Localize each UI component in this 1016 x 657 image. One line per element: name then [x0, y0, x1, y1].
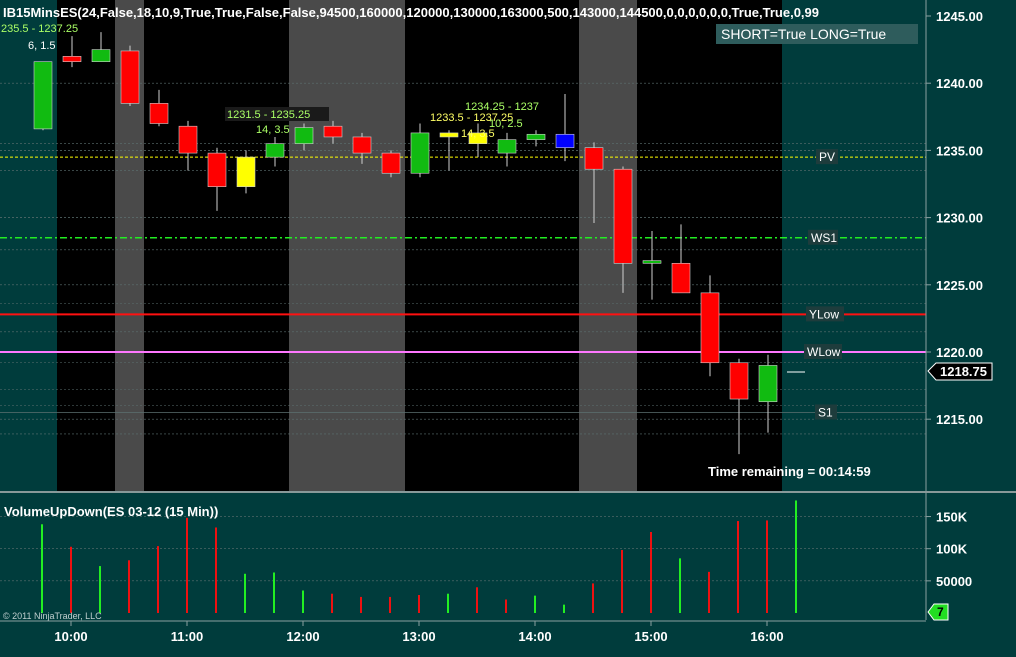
- candle-body: [294, 127, 314, 144]
- level-label: PV: [819, 150, 835, 164]
- candle-body: [758, 365, 778, 403]
- last-price-label: 1218.75: [940, 364, 987, 379]
- time-remaining: Time remaining = 00:14:59: [708, 464, 871, 479]
- session-background: [57, 0, 782, 491]
- time-tick-label: 12:00: [286, 629, 319, 644]
- candle-body: [700, 292, 720, 364]
- chart-window: PV WS1 YLow WLow S1 1245.00 1240.00 1235.00 123…: [0, 0, 1016, 657]
- time-tick-label: 10:00: [54, 629, 87, 644]
- indicator-title: IB15MinsES(24,False,18,10,9,True,True,Fa…: [3, 5, 819, 20]
- candle-body: [120, 50, 140, 104]
- price-tick-label: 1245.00: [936, 9, 983, 24]
- copyright-text: © 2011 NinjaTrader, LLC: [3, 611, 102, 621]
- candle-body: [671, 262, 691, 294]
- candle-body: [555, 133, 575, 149]
- time-tick-label: 13:00: [402, 629, 435, 644]
- volume-axis: 150K 100K 50000: [926, 510, 972, 589]
- ib-range-label: 235.5 - 1237.25: [1, 23, 78, 35]
- candle-body: [410, 132, 430, 174]
- volume-tick-label: 50000: [936, 574, 972, 589]
- candle-body: [729, 362, 749, 400]
- price-tick-label: 1230.00: [936, 211, 983, 226]
- ib-range-label: 1234.25 - 1237: [465, 101, 539, 113]
- candle-body: [381, 152, 401, 174]
- level-label: YLow: [809, 307, 839, 321]
- candle-body: [91, 49, 111, 62]
- panel-splitter[interactable]: [0, 491, 1016, 493]
- price-and-volume-chart[interactable]: PV WS1 YLow WLow S1 1245.00 1240.00 1235.00 123…: [0, 0, 1016, 657]
- status-text: SHORT=True LONG=True: [721, 26, 886, 42]
- candle-body: [642, 260, 662, 264]
- volume-tick-label: 150K: [936, 510, 968, 525]
- candle-body: [236, 156, 256, 187]
- candle-body: [207, 152, 227, 187]
- price-tick-label: 1225.00: [936, 278, 983, 293]
- candle-body: [149, 103, 169, 124]
- price-tick-label: 1240.00: [936, 76, 983, 91]
- ib-size-label: 6, 1.5: [28, 40, 56, 52]
- candle-body: [613, 168, 633, 264]
- price-tick-label: 1215.00: [936, 412, 983, 427]
- time-tick-label: 16:00: [750, 629, 783, 644]
- candle-body: [439, 132, 459, 138]
- volume-title: VolumeUpDown(ES 03-12 (15 Min)): [4, 504, 218, 519]
- candle-body: [497, 139, 517, 154]
- time-tick-label: 14:00: [518, 629, 551, 644]
- candle-body: [178, 125, 198, 154]
- ib-size-label: 10, 2.5: [489, 118, 523, 130]
- candle-body: [526, 133, 546, 140]
- ib-size-label: 14, 3.5: [256, 124, 290, 136]
- candle-body: [352, 136, 372, 154]
- candle-body: [584, 147, 604, 170]
- price-tick-label: 1235.00: [936, 143, 983, 158]
- level-label: WS1: [811, 231, 837, 245]
- time-tick-label: 15:00: [634, 629, 667, 644]
- candle-body: [33, 61, 53, 130]
- level-label: S1: [818, 405, 833, 419]
- candle-body: [323, 125, 343, 138]
- candle-body: [62, 56, 82, 62]
- candle-body: [265, 143, 285, 158]
- volume-gridlines: [0, 516, 926, 582]
- lunch-time-shade: [289, 0, 405, 491]
- volume-badge-text: 7: [937, 605, 944, 619]
- volume-tick-label: 100K: [936, 542, 968, 557]
- time-axis: 10:00 11:00 12:00 13:00 14:00 15:00 16:00: [54, 621, 784, 644]
- price-tick-label: 1220.00: [936, 345, 983, 360]
- level-label: WLow: [807, 345, 841, 359]
- ib-range-label: 1231.5 - 1235.25: [227, 109, 310, 121]
- time-tick-label: 11:00: [171, 629, 204, 644]
